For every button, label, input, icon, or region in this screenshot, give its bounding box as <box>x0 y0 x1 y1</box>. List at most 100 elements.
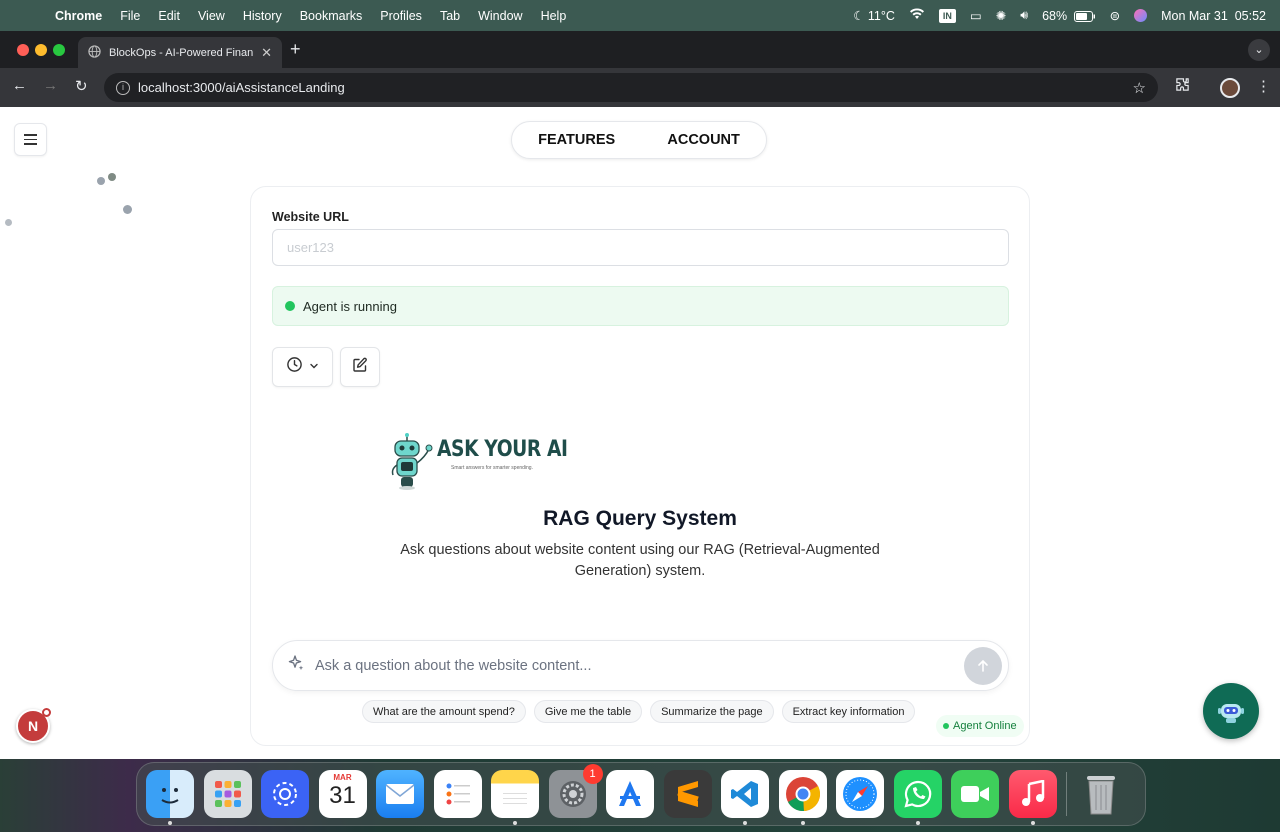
running-indicator <box>743 821 747 825</box>
site-info-icon[interactable]: i <box>116 80 130 95</box>
suggestion-chips: What are the amount spend? Give me the t… <box>362 700 916 723</box>
nav-account-link[interactable]: ACCOUNT <box>667 132 740 148</box>
ask-your-ai-logo: ASK YOUR AI Smart answers for smarter sp… <box>389 433 568 493</box>
suggestion-chip[interactable]: Summarize the page <box>650 700 774 723</box>
history-dropdown-button[interactable] <box>272 347 333 387</box>
wifi-icon[interactable] <box>909 8 925 23</box>
website-url-label: Website URL <box>272 210 349 224</box>
website-url-input[interactable] <box>272 229 1009 266</box>
bookmark-star-icon[interactable]: ☆ <box>1133 79 1146 97</box>
address-bar[interactable]: i localhost:3000/aiAssistanceLanding ☆ <box>104 73 1158 102</box>
battery-status[interactable]: 68% <box>1042 9 1096 23</box>
ask-question-input[interactable] <box>315 657 964 674</box>
music-icon[interactable] <box>1008 770 1057 825</box>
menu-profiles[interactable]: Profiles <box>371 9 431 23</box>
weather-status[interactable]: ☾ 11°C <box>853 8 895 23</box>
suggestion-chip[interactable]: Give me the table <box>533 700 643 723</box>
launchpad-icon[interactable] <box>203 770 252 818</box>
calendar-day: 31 <box>329 782 356 809</box>
suggestion-chip[interactable]: What are the amount spend? <box>362 700 526 723</box>
agent-status-text: Agent is running <box>303 298 397 314</box>
facetime-icon[interactable] <box>951 770 999 818</box>
nav-features-link[interactable]: FEATURES <box>538 132 615 148</box>
new-tab-button[interactable]: + <box>290 39 301 60</box>
menu-tab[interactable]: Tab <box>431 9 469 23</box>
menu-view[interactable]: View <box>189 9 234 23</box>
robot-icon <box>1218 704 1244 723</box>
edit-square-icon <box>352 357 368 378</box>
safari-icon[interactable] <box>836 770 884 818</box>
tab-close-icon[interactable]: ✕ <box>261 45 272 61</box>
menu-datetime[interactable]: Mon Mar 31 05:52 <box>1161 9 1266 23</box>
volume-icon[interactable]: 🔊︎ <box>1020 8 1028 23</box>
hamburger-menu-button[interactable] <box>14 123 47 156</box>
hamburger-line <box>24 134 37 136</box>
menu-window[interactable]: Window <box>469 9 531 23</box>
chevron-down-icon <box>309 358 319 376</box>
input-source-badge[interactable]: IN <box>938 8 956 23</box>
zoom-window-button[interactable] <box>53 44 65 56</box>
menu-file[interactable]: File <box>111 9 149 23</box>
xcode-instruments-icon[interactable] <box>606 770 654 818</box>
nextjs-dev-badge[interactable]: N <box>16 708 51 743</box>
extensions-puzzle-icon[interactable] <box>1175 77 1190 96</box>
rag-query-card: Website URL Agent is running <box>250 186 1030 746</box>
close-window-button[interactable] <box>17 44 29 56</box>
menu-edit[interactable]: Edit <box>149 9 189 23</box>
top-navigation: FEATURES ACCOUNT <box>511 121 767 159</box>
browser-tab[interactable]: BlockOps - AI-Powered Finan ✕ <box>78 37 282 68</box>
menu-bookmarks[interactable]: Bookmarks <box>291 9 372 23</box>
chatbot-fab-button[interactable] <box>1203 683 1259 739</box>
chrome-icon[interactable] <box>778 770 827 825</box>
profile-avatar[interactable] <box>1220 78 1240 98</box>
suggestion-chip[interactable]: Extract key information <box>781 700 916 723</box>
siri-icon[interactable] <box>1134 9 1148 22</box>
reload-icon[interactable]: ↻ <box>75 77 88 95</box>
finder-icon[interactable] <box>146 770 194 825</box>
hamburger-line <box>24 138 37 141</box>
reminders-icon[interactable] <box>433 770 482 818</box>
send-button[interactable] <box>964 646 1002 685</box>
dock-separator <box>1066 772 1067 816</box>
tab-search-chevron-icon[interactable]: ⌄ <box>1248 39 1270 61</box>
menu-history[interactable]: History <box>234 9 291 23</box>
whatsapp-icon[interactable] <box>893 770 942 825</box>
chrome-toolbar: ← → ↻ i localhost:3000/aiAssistanceLandi… <box>0 68 1280 107</box>
decorative-dot <box>5 219 12 226</box>
logo-tagline: Smart answers for smarter spending. <box>451 465 533 471</box>
agent-status-banner: Agent is running <box>272 286 1009 326</box>
system-settings-icon[interactable]: 1 <box>548 764 603 818</box>
running-indicator <box>915 821 920 825</box>
agent-online-text: Agent Online <box>953 720 1017 732</box>
trash-icon[interactable] <box>1077 770 1125 818</box>
weather-temp: 11°C <box>867 9 895 23</box>
chrome-menu-icon[interactable]: ⋮ <box>1256 77 1271 95</box>
decorative-dot <box>108 173 116 181</box>
screen-mirror-icon[interactable]: ▭ <box>970 8 982 23</box>
address-url[interactable]: localhost:3000/aiAssistanceLanding <box>138 80 1133 95</box>
calendar-icon[interactable]: MAR 31 <box>318 770 367 818</box>
focus-icon[interactable]: ✺ <box>996 8 1006 23</box>
decorative-dot <box>123 205 132 214</box>
clock-icon <box>286 356 303 378</box>
minimize-window-button[interactable] <box>35 44 47 56</box>
sublime-text-icon[interactable] <box>663 770 712 818</box>
mail-icon[interactable] <box>376 770 424 818</box>
menu-app-name[interactable]: Chrome <box>46 9 111 23</box>
chrome-tab-strip: BlockOps - AI-Powered Finan ✕ + ⌄ <box>0 31 1280 68</box>
tab-title: BlockOps - AI-Powered Finan <box>109 46 254 59</box>
control-center-icon[interactable]: ⊜ <box>1110 8 1120 23</box>
menu-help[interactable]: Help <box>532 9 576 23</box>
hero-subtitle: Ask questions about website content usin… <box>400 542 880 579</box>
loom-icon[interactable] <box>261 770 309 818</box>
online-dot-icon <box>943 723 949 729</box>
logo-title: ASK YOUR AI <box>437 437 568 462</box>
back-arrow-icon[interactable]: ← <box>12 77 27 94</box>
hero-title: RAG Query System <box>543 507 737 530</box>
forward-arrow-icon[interactable]: → <box>43 77 58 94</box>
ask-question-bar <box>272 640 1009 691</box>
decorative-dot <box>97 177 105 185</box>
vscode-icon[interactable] <box>721 770 769 825</box>
notes-icon[interactable] <box>491 770 539 825</box>
new-chat-edit-button[interactable] <box>340 347 380 387</box>
